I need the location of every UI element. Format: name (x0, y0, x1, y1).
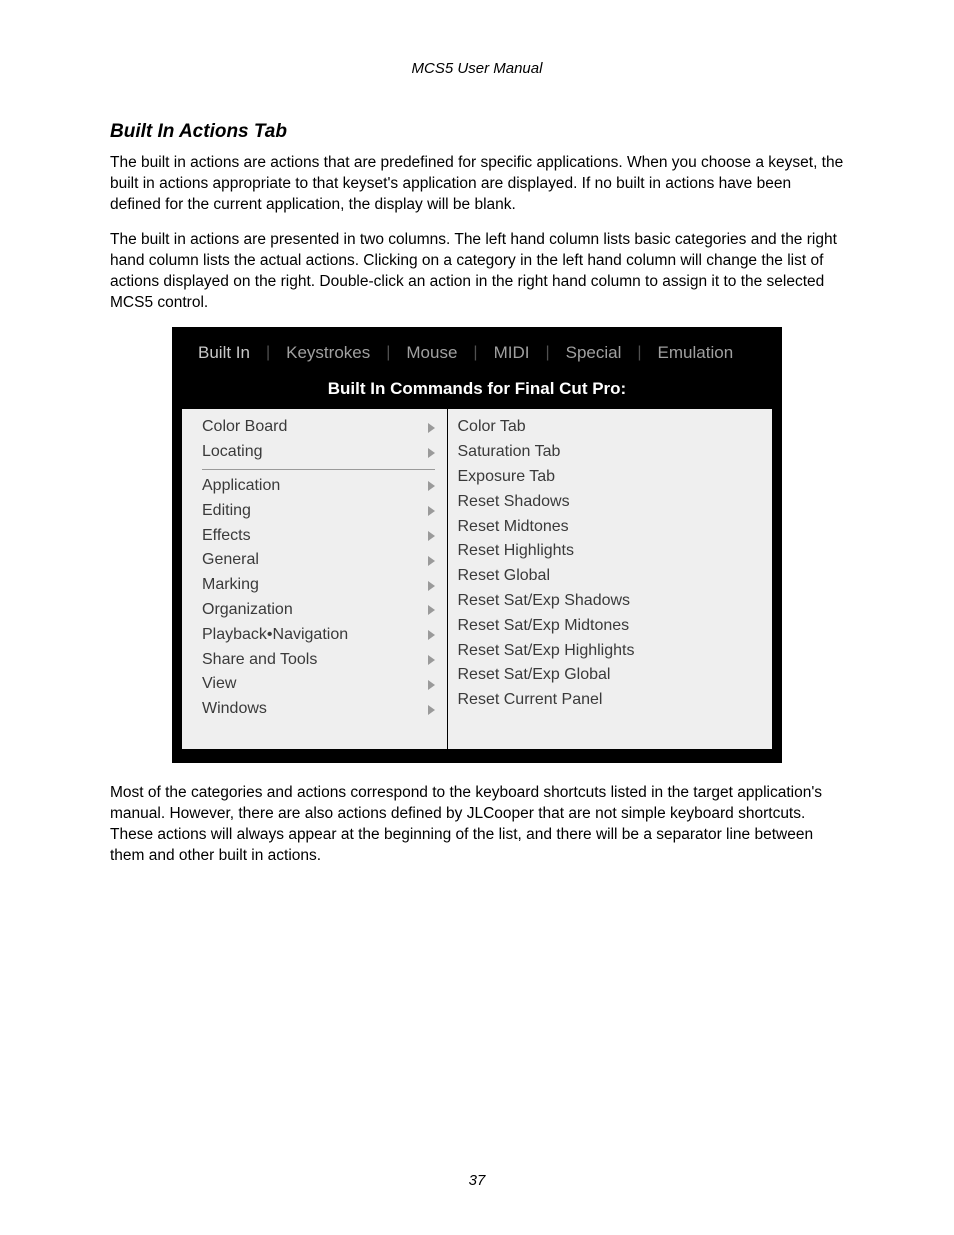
chevron-right-icon (428, 481, 435, 491)
tab-separator: | (386, 344, 390, 362)
chevron-right-icon (428, 531, 435, 541)
action-item[interactable]: Saturation Tab (458, 440, 767, 465)
category-item[interactable]: Playback•Navigation (202, 623, 441, 648)
chevron-right-icon (428, 705, 435, 715)
category-item[interactable]: View (202, 672, 441, 697)
category-label: Share and Tools (202, 648, 428, 673)
paragraph-3: Most of the categories and actions corre… (110, 783, 844, 867)
categories-column: Color Board Locating Application Editing (182, 409, 448, 749)
category-item[interactable]: Editing (202, 499, 441, 524)
columns-container: Color Board Locating Application Editing (182, 409, 772, 749)
category-item[interactable]: Application (202, 474, 441, 499)
category-label: General (202, 548, 428, 573)
section-title: Built In Actions Tab (110, 121, 844, 143)
action-label: Reset Sat/Exp Midtones (458, 614, 767, 639)
tab-midi[interactable]: MIDI (494, 341, 530, 365)
category-item[interactable]: Locating (202, 440, 441, 465)
app-screenshot: Built In | Keystrokes | Mouse | MIDI | S… (172, 327, 782, 763)
action-label: Exposure Tab (458, 465, 767, 490)
action-label: Reset Shadows (458, 490, 767, 515)
chevron-right-icon (428, 630, 435, 640)
action-item[interactable]: Reset Global (458, 564, 767, 589)
action-label: Reset Current Panel (458, 688, 767, 713)
document-header: MCS5 User Manual (110, 60, 844, 77)
category-item[interactable]: General (202, 548, 441, 573)
category-label: Playback•Navigation (202, 623, 428, 648)
chevron-right-icon (428, 423, 435, 433)
tab-separator: | (266, 344, 270, 362)
chevron-right-icon (428, 680, 435, 690)
category-item[interactable]: Effects (202, 524, 441, 549)
category-label: Effects (202, 524, 428, 549)
action-item[interactable]: Exposure Tab (458, 465, 767, 490)
tab-built-in[interactable]: Built In (198, 341, 250, 365)
category-label: View (202, 672, 428, 697)
category-label: Application (202, 474, 428, 499)
action-label: Reset Midtones (458, 515, 767, 540)
chevron-right-icon (428, 605, 435, 615)
page-number: 37 (0, 1172, 954, 1189)
category-label: Locating (202, 440, 428, 465)
action-label: Reset Sat/Exp Highlights (458, 639, 767, 664)
action-item[interactable]: Reset Shadows (458, 490, 767, 515)
action-item[interactable]: Reset Sat/Exp Global (458, 663, 767, 688)
panel-subtitle: Built In Commands for Final Cut Pro: (182, 373, 772, 409)
category-label: Organization (202, 598, 428, 623)
category-label: Color Board (202, 415, 428, 440)
category-label: Marking (202, 573, 428, 598)
action-label: Reset Highlights (458, 539, 767, 564)
action-item[interactable]: Reset Midtones (458, 515, 767, 540)
category-item[interactable]: Color Board (202, 415, 441, 440)
chevron-right-icon (428, 581, 435, 591)
action-label: Reset Global (458, 564, 767, 589)
category-label: Windows (202, 697, 428, 722)
actions-column: Color Tab Saturation Tab Exposure Tab Re… (448, 409, 773, 749)
category-item[interactable]: Share and Tools (202, 648, 441, 673)
category-label: Editing (202, 499, 428, 524)
action-label: Reset Sat/Exp Shadows (458, 589, 767, 614)
action-label: Saturation Tab (458, 440, 767, 465)
category-separator (202, 469, 435, 470)
tab-separator: | (637, 344, 641, 362)
chevron-right-icon (428, 556, 435, 566)
category-item[interactable]: Windows (202, 697, 441, 722)
action-item[interactable]: Reset Sat/Exp Highlights (458, 639, 767, 664)
tab-separator: | (545, 344, 549, 362)
tab-mouse[interactable]: Mouse (406, 341, 457, 365)
tab-emulation[interactable]: Emulation (658, 341, 734, 365)
chevron-right-icon (428, 448, 435, 458)
tab-keystrokes[interactable]: Keystrokes (286, 341, 370, 365)
tab-bar: Built In | Keystrokes | Mouse | MIDI | S… (182, 337, 772, 373)
action-item[interactable]: Reset Sat/Exp Midtones (458, 614, 767, 639)
paragraph-2: The built in actions are presented in tw… (110, 230, 844, 314)
category-item[interactable]: Marking (202, 573, 441, 598)
category-item[interactable]: Organization (202, 598, 441, 623)
chevron-right-icon (428, 655, 435, 665)
action-item[interactable]: Reset Highlights (458, 539, 767, 564)
action-item[interactable]: Reset Current Panel (458, 688, 767, 713)
paragraph-1: The built in actions are actions that ar… (110, 153, 844, 216)
manual-page: MCS5 User Manual Built In Actions Tab Th… (0, 0, 954, 1235)
tab-separator: | (473, 344, 477, 362)
action-item[interactable]: Color Tab (458, 415, 767, 440)
action-label: Reset Sat/Exp Global (458, 663, 767, 688)
action-item[interactable]: Reset Sat/Exp Shadows (458, 589, 767, 614)
tab-special[interactable]: Special (566, 341, 622, 365)
chevron-right-icon (428, 506, 435, 516)
action-label: Color Tab (458, 415, 767, 440)
